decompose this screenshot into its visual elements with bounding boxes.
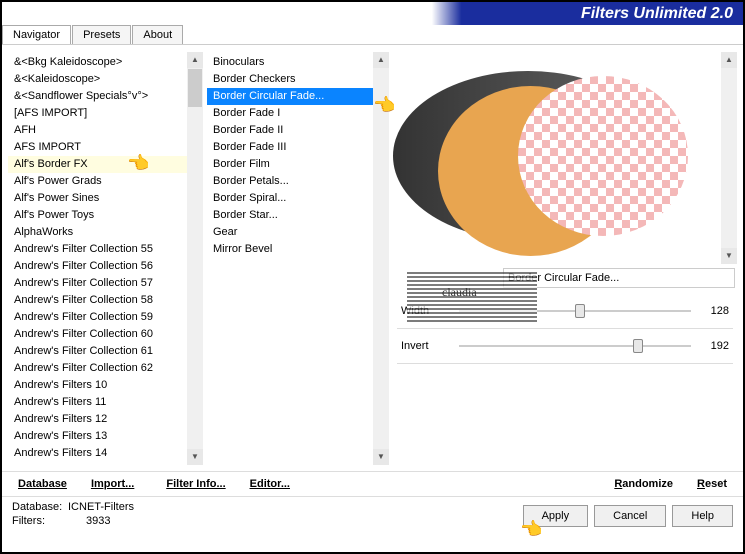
filter-info-link[interactable]: Filter Info...	[166, 478, 225, 490]
database-link[interactable]: Database	[18, 478, 67, 490]
preview-pane: ▲ ▼ Border Circular Fade... Width 128 In…	[393, 52, 737, 465]
preview-scrollbar[interactable]: ▲ ▼	[721, 52, 737, 264]
filters-count-value: 3933	[86, 515, 110, 527]
list-item[interactable]: Andrew's Filters 13	[8, 428, 187, 445]
scroll-down-icon[interactable]: ▼	[721, 248, 737, 264]
editor-link[interactable]: Editor...	[250, 478, 290, 490]
filters-list[interactable]: Binoculars Border Checkers Border Circul…	[207, 52, 373, 465]
list-item[interactable]: Andrew's Filter Collection 58	[8, 292, 187, 309]
tab-navigator[interactable]: Navigator	[2, 25, 71, 44]
list-item[interactable]: AlphaWorks	[8, 224, 187, 241]
list-item[interactable]: Andrew's Filters 12	[8, 411, 187, 428]
list-item[interactable]: AFH	[8, 122, 187, 139]
list-item[interactable]: Andrew's Filters 15	[8, 462, 187, 465]
slider-thumb[interactable]	[633, 339, 643, 353]
cancel-button[interactable]: Cancel	[594, 505, 666, 527]
list-item[interactable]: Alf's Power Grads	[8, 173, 187, 190]
list-item[interactable]: Andrew's Filters 14	[8, 445, 187, 462]
selected-filter-name: Border Circular Fade...	[503, 268, 735, 288]
list-item[interactable]: Border Film	[207, 156, 373, 173]
scroll-up-icon[interactable]: ▲	[721, 52, 737, 68]
list-item[interactable]: Andrew's Filter Collection 55	[8, 241, 187, 258]
list-item[interactable]: Alf's Power Sines	[8, 190, 187, 207]
slider-thumb[interactable]	[575, 304, 585, 318]
list-item[interactable]: Andrew's Filter Collection 59	[8, 309, 187, 326]
tab-about[interactable]: About	[132, 25, 183, 44]
scroll-down-icon[interactable]: ▼	[187, 449, 203, 465]
import-link[interactable]: Import...	[91, 478, 134, 490]
list-item[interactable]: Andrew's Filter Collection 57	[8, 275, 187, 292]
preview-image	[403, 56, 693, 256]
list-item[interactable]: Border Petals...	[207, 173, 373, 190]
list-item[interactable]: AFS IMPORT	[8, 139, 187, 156]
pointer-hand-icon: 👉	[374, 95, 396, 116]
list-item[interactable]: Border Spiral...	[207, 190, 373, 207]
categories-scrollbar[interactable]: ▲ ▼	[187, 52, 203, 465]
scroll-up-icon[interactable]: ▲	[187, 52, 203, 68]
header-bar: Filters Unlimited 2.0	[2, 2, 743, 26]
list-item[interactable]: Alf's Power Toys	[8, 207, 187, 224]
scroll-down-icon[interactable]: ▼	[373, 449, 389, 465]
list-item[interactable]: Border Fade III	[207, 139, 373, 156]
list-item[interactable]: Gear	[207, 224, 373, 241]
list-item[interactable]: Andrew's Filter Collection 61	[8, 343, 187, 360]
list-item[interactable]: [AFS IMPORT]	[8, 105, 187, 122]
pointer-hand-icon: 👉	[128, 153, 150, 174]
link-bar: Database Import... Filter Info... Editor…	[2, 471, 743, 496]
scroll-thumb[interactable]	[188, 69, 202, 107]
list-item[interactable]: &<Kaleidoscope>	[8, 71, 187, 88]
categories-list[interactable]: &<Bkg Kaleidoscope> &<Kaleidoscope> &<Sa…	[8, 52, 187, 465]
filters-count-label: Filters:	[12, 515, 68, 527]
db-label: Database:	[12, 501, 68, 513]
list-item[interactable]: &<Bkg Kaleidoscope>	[8, 54, 187, 71]
list-item[interactable]: Andrew's Filters 10	[8, 377, 187, 394]
tab-strip: Navigator Presets About	[2, 25, 743, 45]
list-item[interactable]: Mirror Bevel	[207, 241, 373, 258]
categories-pane: &<Bkg Kaleidoscope> &<Kaleidoscope> &<Sa…	[8, 52, 203, 465]
param-value: 128	[699, 305, 729, 317]
list-item[interactable]: Border Star...	[207, 207, 373, 224]
invert-slider[interactable]	[459, 337, 691, 355]
db-value: ICNET-Filters	[68, 501, 134, 513]
list-item-selected-category[interactable]: Alf's Border FX	[8, 156, 187, 173]
app-title: Filters Unlimited 2.0	[581, 5, 733, 23]
list-item[interactable]: Border Fade I	[207, 105, 373, 122]
param-invert: Invert 192	[395, 333, 735, 359]
list-item[interactable]: Andrew's Filter Collection 60	[8, 326, 187, 343]
filters-pane: Binoculars Border Checkers Border Circul…	[207, 52, 389, 465]
list-item[interactable]: Andrew's Filters 11	[8, 394, 187, 411]
list-item[interactable]: Border Checkers	[207, 71, 373, 88]
list-item[interactable]: &<Sandflower Specials°v°>	[8, 88, 187, 105]
param-value: 192	[699, 340, 729, 352]
list-item[interactable]: Border Fade II	[207, 122, 373, 139]
list-item[interactable]: Andrew's Filter Collection 56	[8, 258, 187, 275]
database-info: Database: ICNET-Filters Filters: 3933	[12, 501, 134, 527]
randomize-link[interactable]: Randomize	[614, 478, 673, 490]
pointer-hand-icon: 👉	[521, 519, 543, 540]
reset-link[interactable]: Reset	[697, 478, 727, 490]
help-button[interactable]: Help	[672, 505, 733, 527]
list-item[interactable]: Binoculars	[207, 54, 373, 71]
list-item-selected-filter[interactable]: Border Circular Fade...	[207, 88, 373, 105]
footer-bar: Database: ICNET-Filters Filters: 3933 Ap…	[2, 496, 743, 535]
param-label: Invert	[401, 340, 451, 352]
scroll-up-icon[interactable]: ▲	[373, 52, 389, 68]
list-item[interactable]: Andrew's Filter Collection 62	[8, 360, 187, 377]
watermark-text: claudia	[442, 285, 477, 300]
tab-presets[interactable]: Presets	[72, 25, 131, 44]
